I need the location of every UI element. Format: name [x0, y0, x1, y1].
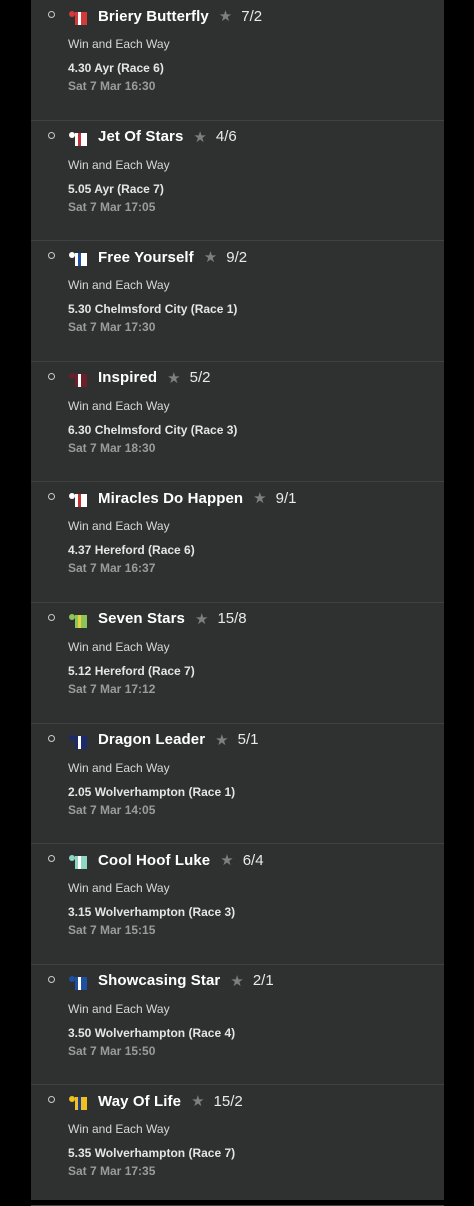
horse-name: Jet Of Stars	[98, 128, 184, 146]
race-time: Sat 7 Mar 17:05	[68, 199, 156, 214]
star-icon[interactable]: ★	[167, 369, 180, 387]
radio-circle-icon[interactable]	[48, 975, 55, 983]
star-icon[interactable]: ★	[195, 610, 208, 628]
jockey-silk-icon	[69, 372, 89, 388]
race-name: 2.05 Wolverhampton (Race 1)	[68, 784, 236, 799]
horse-name: Showcasing Star	[98, 972, 221, 990]
bet-market: Win and Each Way	[68, 639, 170, 654]
bet-market: Win and Each Way	[68, 1122, 170, 1137]
race-time: Sat 7 Mar 16:30	[68, 79, 156, 93]
horse-name: Seven Stars	[98, 610, 185, 628]
horse-name: Briery Butterfly	[98, 7, 209, 25]
star-icon[interactable]: ★	[230, 972, 243, 990]
race-name: 5.30 Chelmsford City (Race 1)	[68, 302, 238, 317]
odds: 6/4	[242, 851, 264, 869]
star-icon[interactable]: ★	[191, 1092, 204, 1110]
bet-market: Win and Each Way	[68, 37, 170, 51]
radio-circle-icon[interactable]	[48, 493, 55, 501]
jockey-silk-icon	[69, 1095, 89, 1111]
race-name: 3.15 Wolverhampton (Race 3)	[68, 905, 236, 920]
race-time: Sat 7 Mar 17:12	[68, 681, 156, 696]
selection-item[interactable]: Cool Hoof Luke ★ 6/4 Win and Each Way 3.…	[31, 844, 444, 965]
race-name: 4.37 Hereford (Race 6)	[68, 543, 195, 558]
radio-circle-icon[interactable]	[48, 734, 55, 742]
radio-circle-icon[interactable]	[48, 11, 55, 18]
odds: 9/1	[275, 489, 297, 507]
selection-item[interactable]: Inspired ★ 5/2 Win and Each Way 6.30 Che…	[31, 362, 444, 483]
race-time: Sat 7 Mar 15:50	[68, 1043, 156, 1058]
selection-list: Briery Butterfly ★ 7/2 Win and Each Way …	[31, 0, 444, 1206]
jockey-silk-icon	[69, 251, 89, 267]
horse-name: Way Of Life	[98, 1092, 182, 1110]
odds: 5/2	[189, 369, 211, 387]
radio-circle-icon[interactable]	[48, 372, 55, 380]
jockey-silk-icon	[69, 734, 89, 750]
odds: 15/8	[217, 610, 247, 628]
race-time: Sat 7 Mar 15:15	[68, 923, 156, 938]
radio-circle-icon[interactable]	[48, 613, 55, 621]
race-time: Sat 7 Mar 18:30	[68, 440, 156, 455]
jockey-silk-icon	[69, 854, 89, 870]
race-time: Sat 7 Mar 14:05	[68, 802, 156, 817]
odds: 15/2	[213, 1092, 243, 1110]
race-time: Sat 7 Mar 17:35	[68, 1164, 156, 1179]
horse-name: Cool Hoof Luke	[98, 851, 211, 869]
jockey-silk-icon	[69, 492, 89, 508]
radio-circle-icon[interactable]	[48, 1096, 55, 1104]
race-name: 5.35 Wolverhampton (Race 7)	[68, 1146, 236, 1161]
selection-item[interactable]: Dragon Leader ★ 5/1 Win and Each Way 2.0…	[31, 724, 444, 845]
jockey-silk-icon	[69, 975, 89, 991]
selection-item[interactable]: Briery Butterfly ★ 7/2 Win and Each Way …	[31, 0, 444, 121]
star-icon[interactable]: ★	[219, 7, 232, 25]
horse-name: Miracles Do Happen	[98, 489, 244, 507]
star-icon[interactable]: ★	[220, 851, 233, 869]
race-name: 3.50 Wolverhampton (Race 4)	[68, 1025, 236, 1040]
star-icon[interactable]: ★	[253, 489, 266, 507]
radio-circle-icon[interactable]	[48, 131, 55, 139]
race-name: 5.05 Ayr (Race 7)	[68, 181, 164, 196]
race-name: 5.12 Hereford (Race 7)	[68, 663, 195, 678]
jockey-silk-icon	[69, 10, 89, 26]
race-time: Sat 7 Mar 17:30	[68, 320, 156, 335]
selection-item[interactable]: Seven Stars ★ 15/8 Win and Each Way 5.12…	[31, 603, 444, 724]
bet-selections-panel: Briery Butterfly ★ 7/2 Win and Each Way …	[31, 0, 444, 1206]
bet-market: Win and Each Way	[68, 157, 170, 172]
star-icon[interactable]: ★	[204, 248, 217, 266]
radio-circle-icon[interactable]	[48, 252, 55, 260]
bet-market: Win and Each Way	[68, 398, 170, 413]
horse-name: Dragon Leader	[98, 731, 206, 749]
odds: 2/1	[252, 972, 274, 990]
odds: 5/1	[237, 731, 259, 749]
selection-item[interactable]: Jet Of Stars ★ 4/6 Win and Each Way 5.05…	[31, 121, 444, 242]
race-time: Sat 7 Mar 16:37	[68, 561, 156, 576]
selection-item[interactable]: Free Yourself ★ 9/2 Win and Each Way 5.3…	[31, 241, 444, 362]
star-icon[interactable]: ★	[215, 731, 228, 749]
star-icon[interactable]: ★	[193, 128, 206, 146]
race-name: 6.30 Chelmsford City (Race 3)	[68, 422, 238, 437]
bet-market: Win and Each Way	[68, 519, 170, 534]
jockey-silk-icon	[69, 131, 89, 147]
horse-name: Inspired	[98, 369, 158, 387]
bet-market: Win and Each Way	[68, 278, 170, 293]
selection-item[interactable]: Showcasing Star ★ 2/1 Win and Each Way 3…	[31, 965, 444, 1086]
radio-circle-icon[interactable]	[48, 855, 55, 863]
bet-market: Win and Each Way	[68, 760, 170, 775]
bet-market: Win and Each Way	[68, 881, 170, 896]
selection-item[interactable]: Miracles Do Happen ★ 9/1 Win and Each Wa…	[31, 482, 444, 603]
odds: 4/6	[215, 128, 237, 146]
odds: 7/2	[241, 7, 263, 25]
selection-item[interactable]: Way Of Life ★ 15/2 Win and Each Way 5.35…	[31, 1085, 444, 1206]
odds: 9/2	[226, 248, 248, 266]
jockey-silk-icon	[69, 613, 89, 629]
bet-market: Win and Each Way	[68, 1001, 170, 1016]
horse-name: Free Yourself	[98, 248, 194, 266]
race-name: 4.30 Ayr (Race 6)	[68, 61, 164, 75]
